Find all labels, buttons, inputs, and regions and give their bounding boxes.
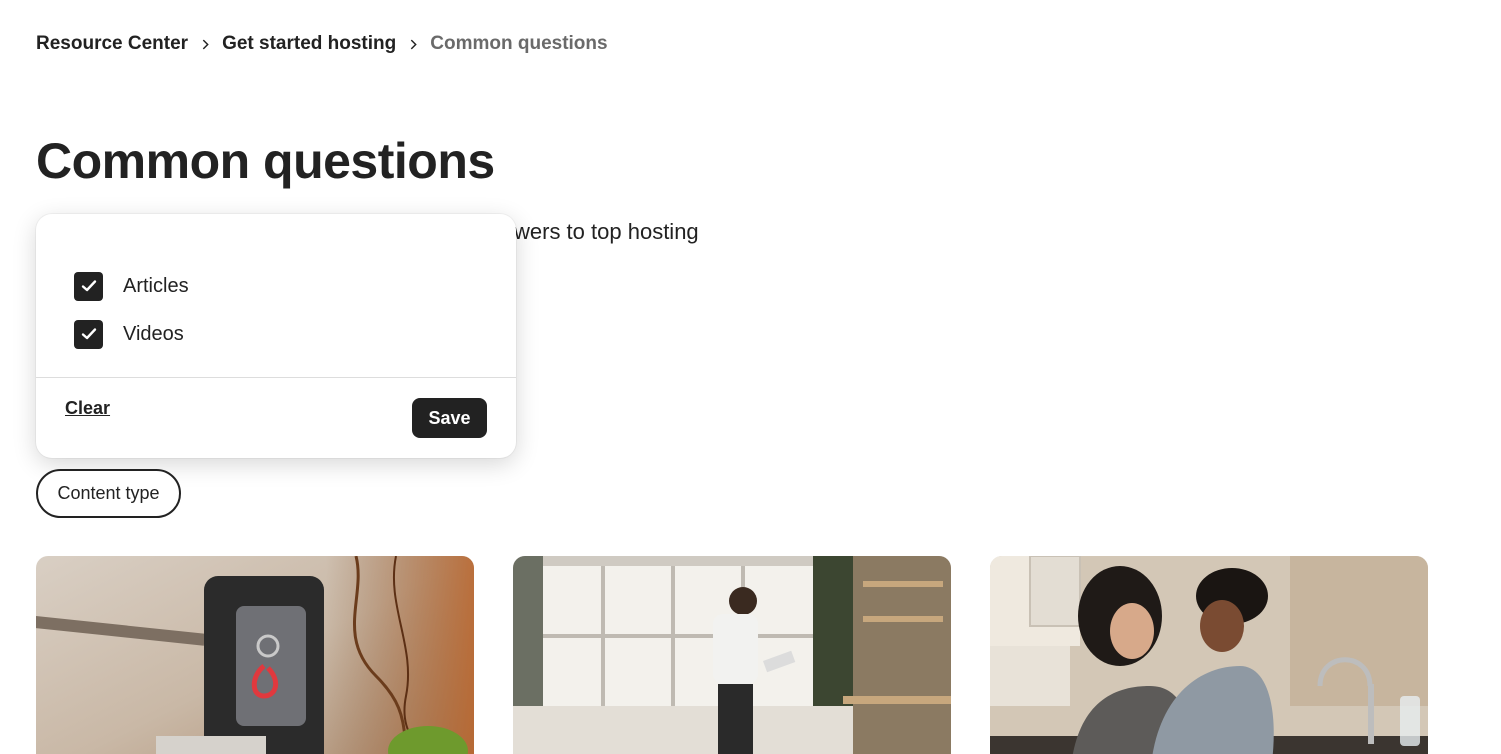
popover-divider: [36, 377, 516, 378]
videos-label: Videos: [123, 322, 184, 345]
man-with-tablet-photo: [513, 556, 951, 754]
lockbox-photo: [36, 556, 474, 754]
filter-options: Articles Videos: [74, 262, 189, 358]
check-icon: [81, 328, 96, 340]
page-subtitle: wers to top hosting: [514, 219, 699, 244]
articles-checkbox[interactable]: [74, 271, 103, 301]
article-card-kitchen[interactable]: [990, 556, 1428, 754]
videos-checkbox[interactable]: [74, 319, 103, 349]
check-icon: [81, 280, 96, 292]
breadcrumb: Resource Center Get started hosting Comm…: [36, 33, 608, 55]
filter-option-videos[interactable]: Videos: [74, 310, 189, 358]
content-type-filter-popover: Articles Videos Clear Save: [36, 214, 516, 458]
breadcrumb-get-started-hosting[interactable]: Get started hosting: [222, 33, 396, 55]
breadcrumb-common-questions: Common questions: [430, 33, 608, 54]
clear-button[interactable]: Clear: [65, 398, 110, 419]
article-card-lockbox[interactable]: [36, 556, 474, 754]
content-type-filter-button[interactable]: Content type: [36, 469, 181, 518]
articles-label: Articles: [123, 274, 189, 297]
breadcrumb-resource-center[interactable]: Resource Center: [36, 33, 188, 55]
save-button[interactable]: Save: [412, 398, 487, 438]
filter-option-articles[interactable]: Articles: [74, 262, 189, 310]
chevron-right-icon: [188, 39, 222, 50]
two-women-kitchen-photo: [990, 556, 1428, 754]
page-title: Common questions: [36, 133, 495, 189]
chevron-right-icon: [396, 39, 430, 50]
article-card-man-tablet[interactable]: [513, 556, 951, 754]
